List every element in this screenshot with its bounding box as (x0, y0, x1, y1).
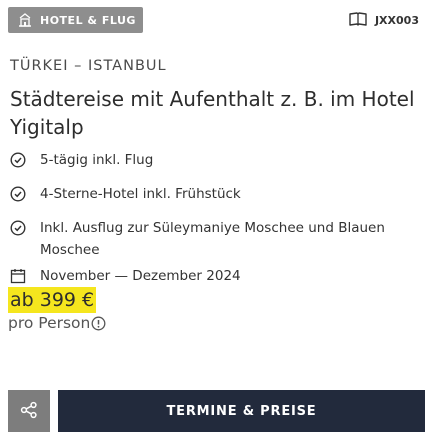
offer-code: JXX003 (349, 11, 419, 29)
book-icon (349, 11, 367, 29)
share-icon (20, 401, 38, 422)
feature-text: 5-tägig inkl. Flug (40, 152, 154, 168)
tag-label: HOTEL & FLUG (40, 13, 136, 27)
hotel-flight-icon (18, 13, 32, 27)
offer-code-label: JXX003 (374, 13, 419, 27)
check-circle-icon (10, 149, 28, 171)
dates-and-prices-button[interactable]: TERMINE & PREISE (58, 390, 425, 432)
destination-label: TÜRKEI – ISTANBUL (10, 58, 167, 74)
travel-dates: November — Dezember 2024 (10, 267, 241, 285)
offer-title[interactable]: Städtereise mit Aufenthalt z. B. im Hote… (10, 85, 425, 141)
feature-text: 4-Sterne-Hotel inkl. Frühstück (40, 186, 241, 202)
check-circle-icon (10, 183, 28, 205)
calendar-icon (10, 267, 28, 285)
price-label: ab 399 € (8, 287, 97, 313)
travel-dates-text: November — Dezember 2024 (40, 268, 241, 284)
info-icon[interactable] (91, 316, 106, 331)
list-item: 5-tägig inkl. Flug (10, 149, 425, 171)
check-circle-icon (10, 217, 28, 239)
product-type-tag: HOTEL & FLUG (8, 7, 143, 33)
list-item: 4-Sterne-Hotel inkl. Frühstück (10, 183, 425, 205)
price-unit-label: pro Person (8, 314, 91, 332)
price-unit: pro Person (8, 314, 106, 332)
list-item: Inkl. Ausflug zur Süleymaniye Moschee un… (10, 217, 425, 261)
feature-text: Inkl. Ausflug zur Süleymaniye Moschee un… (40, 220, 385, 258)
feature-list: 5-tägig inkl. Flug 4-Sterne-Hotel inkl. … (10, 149, 425, 273)
share-button[interactable] (8, 390, 50, 432)
